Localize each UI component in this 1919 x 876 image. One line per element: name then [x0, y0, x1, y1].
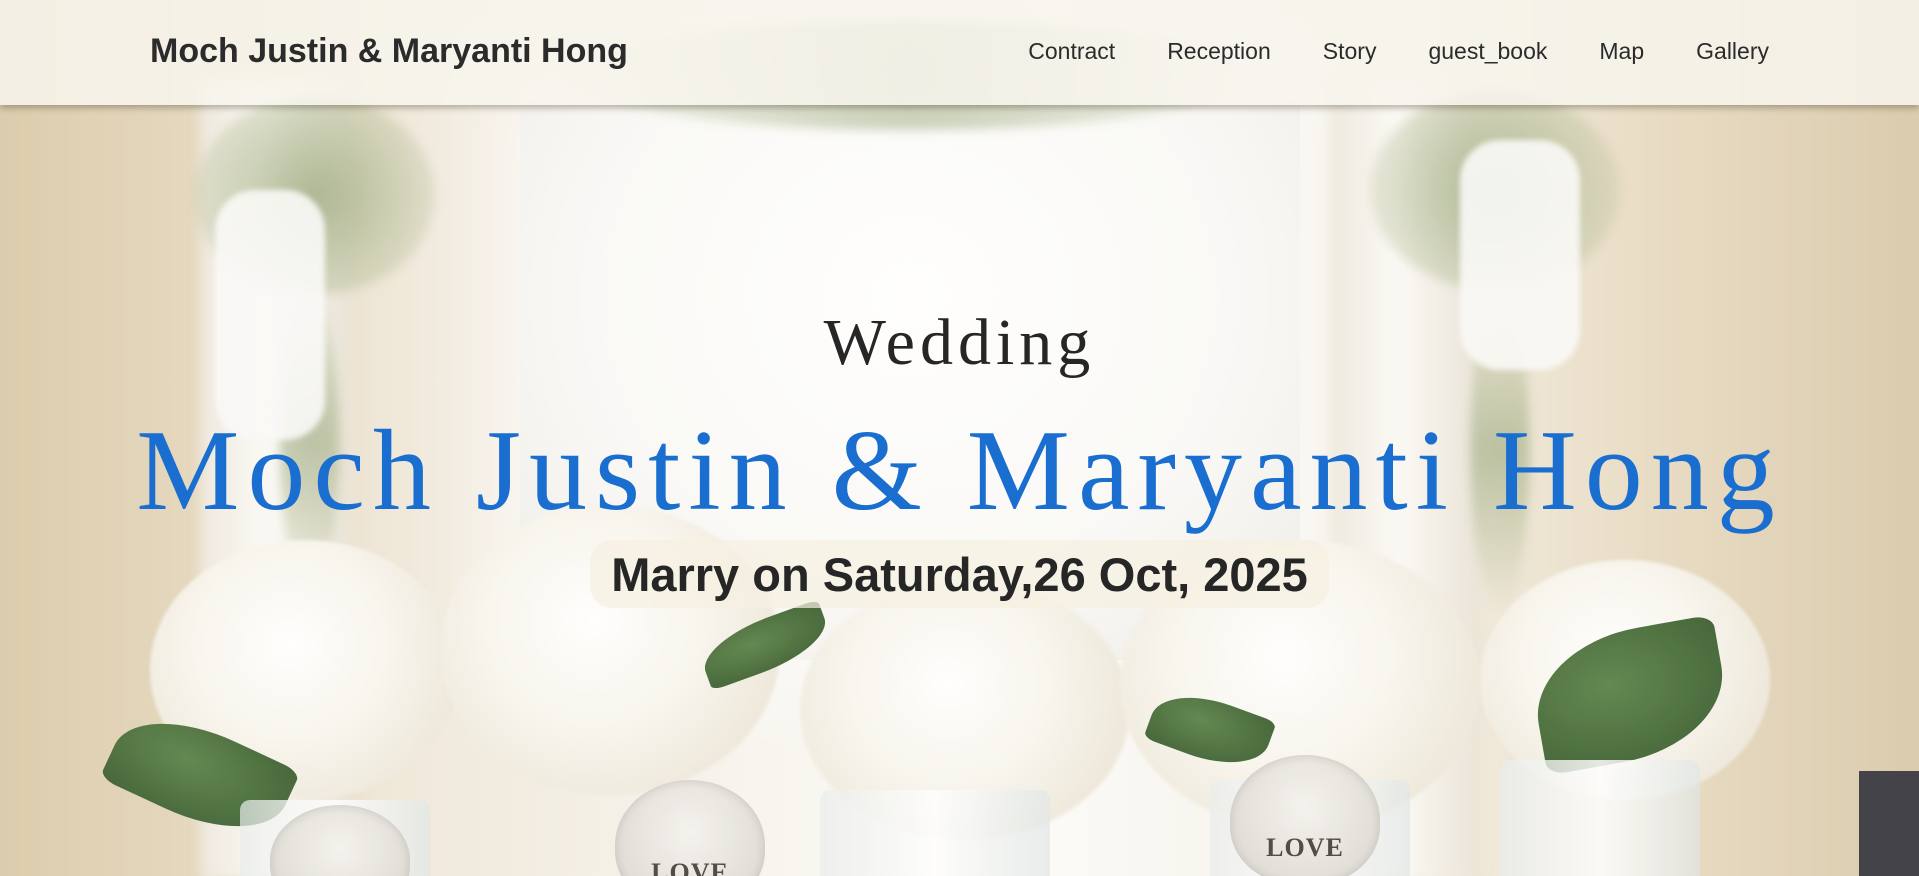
- nav-link-gallery[interactable]: Gallery: [1696, 38, 1769, 64]
- brand-link[interactable]: Moch Justin & Maryanti Hong: [150, 32, 628, 71]
- nav-link-story[interactable]: Story: [1323, 38, 1377, 64]
- hero-kicker: Wedding: [823, 306, 1096, 379]
- nav-link-contract[interactable]: Contract: [1028, 38, 1115, 64]
- nav-item-story: Story: [1323, 38, 1377, 65]
- nav-item-contract: Contract: [1028, 38, 1115, 65]
- top-navbar: Moch Justin & Maryanti Hong Contract Rec…: [0, 0, 1919, 105]
- date-badge: Marry on Saturday,26 Oct, 2025: [590, 540, 1329, 608]
- nav-item-reception: Reception: [1167, 38, 1271, 65]
- nav-item-guest-book: guest_book: [1428, 38, 1547, 65]
- hero-couple-names: Moch Justin & Maryanti Hong: [136, 407, 1783, 535]
- page: LOVE LOVE Moch Justin & Maryanti Hong Co…: [0, 0, 1919, 876]
- nav-link-guest-book[interactable]: guest_book: [1428, 38, 1547, 64]
- nav-link-map[interactable]: Map: [1599, 38, 1644, 64]
- wedding-date: Marry on Saturday,26 Oct, 2025: [611, 547, 1308, 601]
- nav-item-map: Map: [1599, 38, 1644, 65]
- nav-links: Contract Reception Story guest_book Map …: [976, 38, 1769, 65]
- nav-link-reception[interactable]: Reception: [1167, 38, 1271, 64]
- nav-item-gallery: Gallery: [1696, 38, 1769, 65]
